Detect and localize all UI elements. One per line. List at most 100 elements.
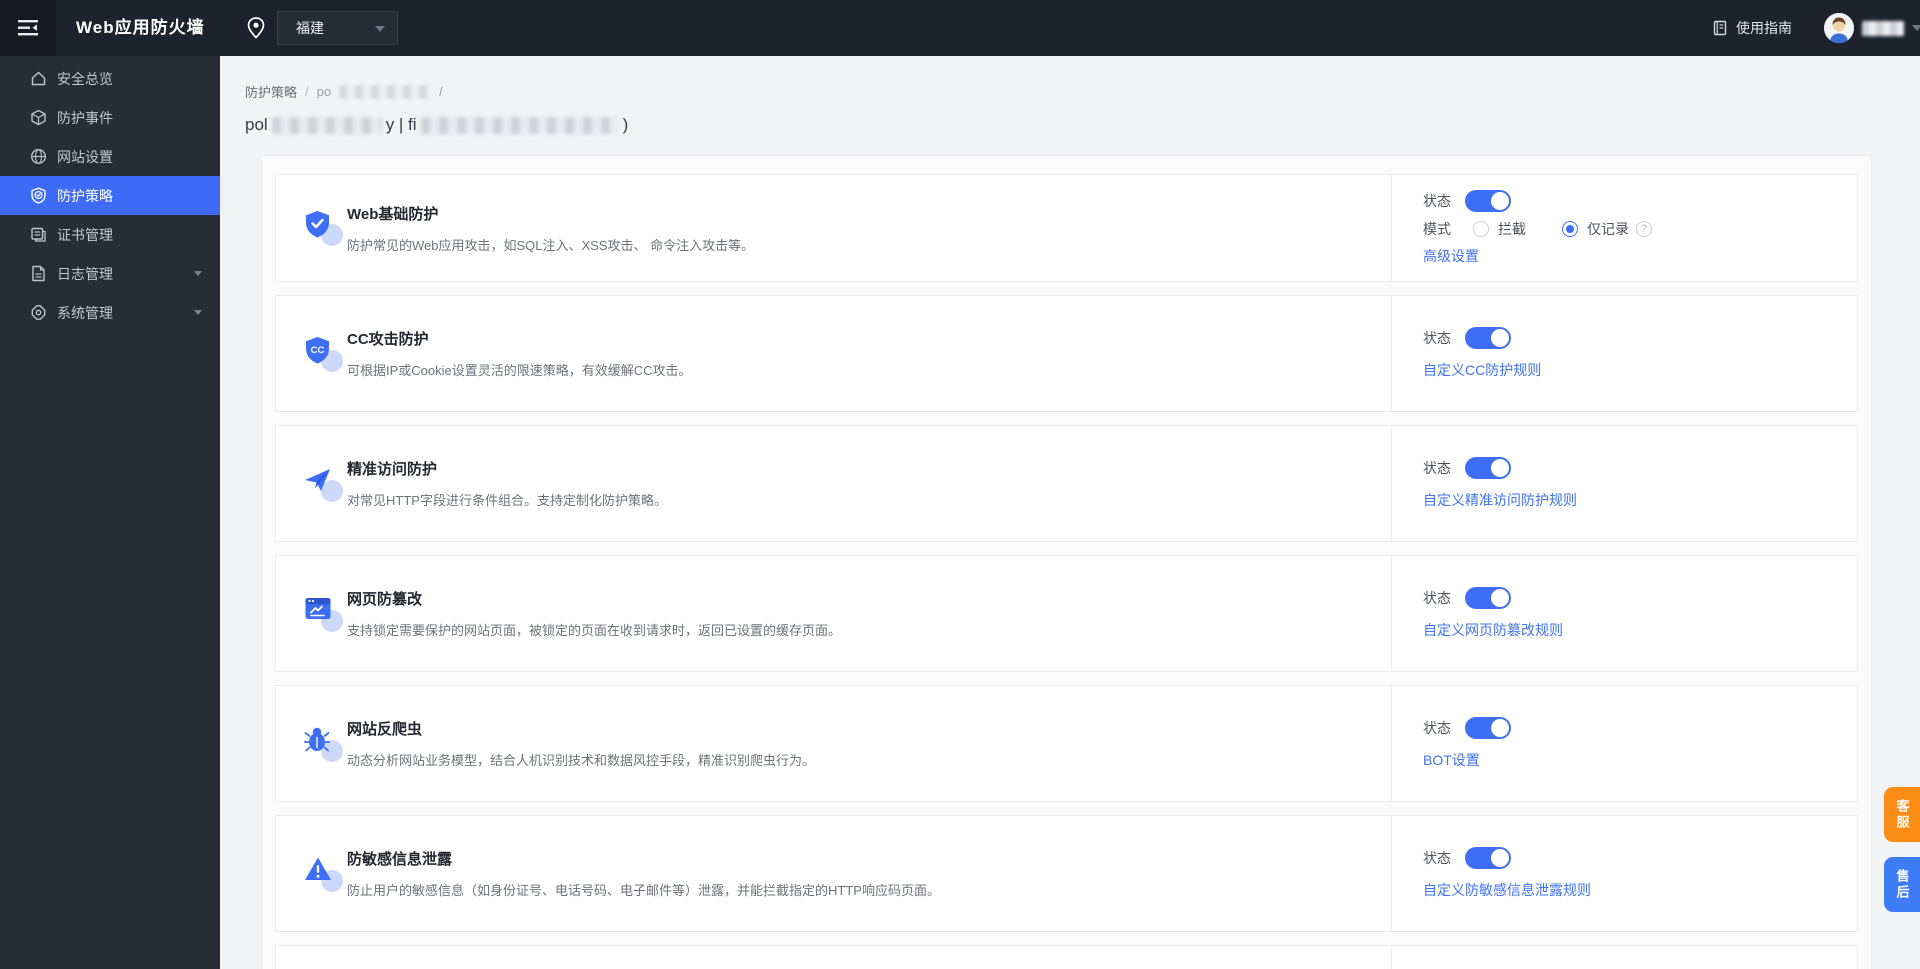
card-title: 网页防篡改 (347, 591, 423, 608)
web-basic-protection-icon (304, 208, 344, 248)
sensitive-info-icon (304, 854, 344, 894)
status-label: 状态 (1423, 330, 1451, 346)
shield-check-icon (306, 211, 329, 238)
custom-precise-access-rules-link[interactable]: 自定义精准访问防护规则 (1423, 490, 1577, 510)
status-toggle[interactable] (1465, 457, 1511, 479)
guide-document-icon (1713, 20, 1727, 36)
bug-icon (304, 727, 331, 751)
card-cc-attack-protection: CC CC攻击防护 可根据IP或Cookie设置灵活的限速策略，有效缓解CC攻击… (275, 295, 1858, 412)
sidebar-item-website-settings[interactable]: 网站设置 (0, 137, 220, 176)
card-web-basic-protection: Web基础防护 防护常见的Web应用攻击，如SQL注入、XSS攻击、 命令注入攻… (275, 174, 1858, 282)
page-title-blurred-2 (420, 116, 619, 134)
sidebar-item-label: 系统管理 (57, 304, 113, 321)
customer-service-button[interactable]: 客服 (1884, 787, 1920, 842)
status-label: 状态 (1423, 850, 1451, 866)
card-title: 精准访问防护 (347, 461, 438, 478)
status-toggle[interactable] (1465, 587, 1511, 609)
username-blurred (1862, 20, 1904, 36)
bot-settings-link[interactable]: BOT设置 (1423, 750, 1480, 770)
breadcrumb-root-link[interactable]: 防护策略 (245, 82, 297, 101)
page-title-blurred-1 (271, 116, 382, 134)
advanced-settings-link[interactable]: 高级设置 (1423, 246, 1479, 266)
page-title-part3: ) (622, 115, 629, 134)
sidebar-item-label: 防护策略 (57, 187, 113, 204)
card-title: 防敏感信息泄露 (347, 851, 453, 868)
certificate-icon (30, 226, 47, 243)
sidebar-item-system-management[interactable]: 系统管理 (0, 293, 220, 332)
help-icon[interactable]: ? (1636, 221, 1652, 237)
app-title: Web应用防火墙 (76, 18, 205, 37)
hamburger-collapse-icon (18, 20, 38, 36)
card-anti-crawler: 网站反爬虫 动态分析网站业务模型，结合人机识别技术和数据风控手段，精准识别爬虫行… (275, 685, 1858, 802)
status-label: 状态 (1423, 193, 1451, 209)
sidebar-item-label: 证书管理 (57, 226, 113, 243)
sidebar-item-security-overview[interactable]: 安全总览 (0, 59, 220, 98)
after-sales-button[interactable]: 售后 (1884, 857, 1920, 912)
status-label: 状态 (1423, 720, 1451, 736)
chevron-down-icon (375, 26, 385, 32)
sidebar: 安全总览 防护事件 网站设置 防护策略 证书管理 日志管理 系统管理 (0, 56, 220, 969)
region-selected-value: 福建 (296, 20, 324, 36)
card-title: CC攻击防护 (347, 331, 429, 348)
status-label: 状态 (1423, 460, 1451, 476)
cube-icon (30, 109, 47, 126)
card-description: 防止用户的敏感信息（如身份证号、电话号码、电子邮件等）泄露，并能拦截指定的HTT… (347, 883, 940, 898)
mode-radio-block[interactable]: 拦截 (1473, 219, 1526, 239)
user-menu[interactable] (1824, 0, 1920, 56)
breadcrumb: 防护策略 / po / (245, 82, 443, 101)
user-guide-link[interactable]: 使用指南 (1712, 0, 1792, 56)
location-pin-icon (246, 17, 266, 44)
status-label: 状态 (1423, 590, 1451, 606)
custom-sensitive-info-rules-link[interactable]: 自定义防敏感信息泄露规则 (1423, 880, 1591, 900)
chevron-down-icon (194, 271, 202, 276)
document-icon (30, 265, 47, 282)
globe-icon (30, 148, 47, 165)
sidebar-item-log-management[interactable]: 日志管理 (0, 254, 220, 293)
mode-label: 模式 (1423, 221, 1451, 237)
sidebar-item-label: 网站设置 (57, 148, 113, 165)
breadcrumb-blurred-policy-name (339, 84, 432, 99)
status-toggle[interactable] (1465, 190, 1511, 212)
svg-text:CC: CC (311, 345, 325, 356)
card-description: 动态分析网站业务模型，结合人机识别技术和数据风控手段，精准识别爬虫行为。 (347, 753, 816, 768)
card-description: 防护常见的Web应用攻击，如SQL注入、XSS攻击、 命令注入攻击等。 (347, 237, 755, 253)
home-icon (30, 70, 47, 87)
custom-tamper-rules-link[interactable]: 自定义网页防篡改规则 (1423, 620, 1563, 640)
paper-plane-icon (305, 468, 330, 491)
tamper-protection-icon (304, 594, 344, 634)
radio-icon (1473, 221, 1489, 237)
card-description: 支持锁定需要保护的网站页面，被锁定的页面在收到请求时，返回已设置的缓存页面。 (347, 623, 842, 638)
status-toggle[interactable] (1465, 717, 1511, 739)
anti-crawler-icon (304, 724, 344, 764)
topbar: Web应用防火墙 福建 使用指南 (0, 0, 1920, 56)
card-title: Web基础防护 (347, 205, 439, 223)
sidebar-item-protection-events[interactable]: 防护事件 (0, 98, 220, 137)
page-title: pol y | fi ) (245, 115, 628, 135)
breadcrumb-current-prefix: po (316, 84, 332, 99)
chevron-down-icon (1912, 25, 1920, 31)
mode-radio-log-only[interactable]: 仅记录 (1562, 219, 1629, 239)
breadcrumb-separator: / (305, 84, 309, 99)
region-select[interactable]: 福建 (277, 11, 398, 45)
card-description: 可根据IP或Cookie设置灵活的限速策略，有效缓解CC攻击。 (347, 363, 692, 378)
user-guide-label: 使用指南 (1736, 20, 1792, 36)
card-webpage-tamper-protection: 网页防篡改 支持锁定需要保护的网站页面，被锁定的页面在收到请求时，返回已设置的缓… (275, 555, 1858, 672)
page-title-part2: y | fi (385, 115, 417, 134)
status-toggle[interactable] (1465, 327, 1511, 349)
card-precise-access-protection: 精准访问防护 对常见HTTP字段进行条件组合。支持定制化防护策略。 状态 自定义… (275, 425, 1858, 542)
breadcrumb-current-suffix: / (439, 84, 443, 99)
card-title: 网站反爬虫 (347, 721, 423, 738)
sidebar-item-certificate-management[interactable]: 证书管理 (0, 215, 220, 254)
policy-card-panel: Web基础防护 防护常见的Web应用攻击，如SQL注入、XSS攻击、 命令注入攻… (261, 155, 1872, 969)
chevron-down-icon (194, 310, 202, 315)
custom-cc-rules-link[interactable]: 自定义CC防护规则 (1423, 360, 1541, 380)
warning-triangle-icon (305, 857, 331, 880)
status-toggle[interactable] (1465, 847, 1511, 869)
collapse-menu-button[interactable] (0, 0, 56, 56)
card-sensitive-info-leak-protection: 防敏感信息泄露 防止用户的敏感信息（如身份证号、电话号码、电子邮件等）泄露，并能… (275, 815, 1858, 932)
precise-access-icon (304, 464, 344, 504)
sidebar-item-protection-policy[interactable]: 防护策略 (0, 176, 220, 215)
page-title-part1: pol (245, 115, 268, 134)
avatar (1824, 13, 1854, 43)
shield-check-icon (30, 187, 47, 204)
